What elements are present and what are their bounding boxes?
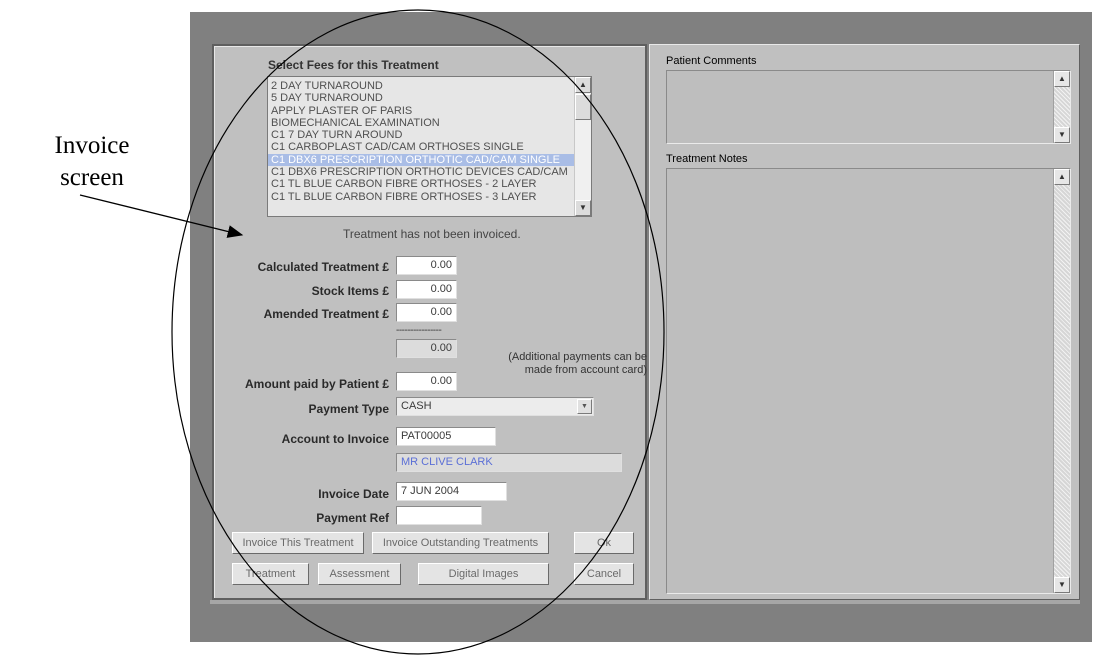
payment-type-select[interactable]: CASH ▼ bbox=[396, 397, 594, 416]
scroll-up-icon[interactable]: ▲ bbox=[575, 77, 591, 93]
assessment-button[interactable]: Assessment bbox=[318, 563, 401, 585]
scroll-down-icon[interactable]: ▼ bbox=[575, 200, 591, 216]
fee-list-item[interactable]: C1 DBX6 PRESCRIPTION ORTHOTIC DEVICES CA… bbox=[268, 166, 574, 178]
patient-comments-textarea[interactable]: ▲ ▼ bbox=[666, 70, 1071, 144]
stock-items-label: Stock Items £ bbox=[311, 284, 389, 298]
fees-list-scrollbar[interactable]: ▲ ▼ bbox=[574, 77, 591, 216]
scroll-down-icon[interactable]: ▼ bbox=[1054, 127, 1070, 143]
treatment-notes-label: Treatment Notes bbox=[666, 153, 748, 165]
treatment-button[interactable]: Treatment bbox=[232, 563, 309, 585]
invoice-date-label: Invoice Date bbox=[318, 487, 389, 501]
additional-payments-note: (Additional payments can be made from ac… bbox=[508, 351, 647, 376]
calculated-treatment-label: Calculated Treatment £ bbox=[257, 260, 389, 274]
fee-list-item[interactable]: APPLY PLASTER OF PARIS bbox=[268, 105, 574, 117]
account-name-field: MR CLIVE CLARK bbox=[396, 453, 622, 472]
patient-comments-label: Patient Comments bbox=[666, 55, 757, 67]
amended-treatment-field[interactable]: 0.00 bbox=[396, 303, 457, 322]
cancel-button[interactable]: Cancel bbox=[574, 563, 634, 585]
payment-type-value: CASH bbox=[401, 400, 432, 412]
digital-images-button[interactable]: Digital Images bbox=[418, 563, 549, 585]
account-to-invoice-label: Account to Invoice bbox=[281, 432, 389, 446]
fee-list-item[interactable]: C1 7 DAY TURN AROUND bbox=[268, 129, 574, 141]
calculated-treatment-field[interactable]: 0.00 bbox=[396, 256, 457, 275]
scroll-thumb[interactable] bbox=[575, 94, 591, 120]
fee-list-item[interactable]: BIOMECHANICAL EXAMINATION bbox=[268, 117, 574, 129]
annotation-line-1: Invoice bbox=[54, 132, 130, 159]
fee-list-item[interactable]: C1 DBX6 PRESCRIPTION ORTHOTIC CAD/CAM SI… bbox=[268, 153, 574, 167]
amended-treatment-label: Amended Treatment £ bbox=[263, 307, 389, 321]
total-separator: ---------------- bbox=[396, 325, 442, 336]
payment-ref-label: Payment Ref bbox=[316, 511, 389, 525]
fees-title: Select Fees for this Treatment bbox=[268, 58, 439, 72]
ok-button[interactable]: Ok bbox=[574, 532, 634, 554]
annotation-label: Invoice screen bbox=[32, 130, 152, 194]
amount-paid-label: Amount paid by Patient £ bbox=[244, 377, 389, 391]
fees-list[interactable]: 2 DAY TURNAROUND 5 DAY TURNAROUND APPLY PL… bbox=[267, 76, 592, 217]
scroll-up-icon[interactable]: ▲ bbox=[1054, 71, 1070, 87]
invoice-this-treatment-button[interactable]: Invoice This Treatment bbox=[232, 532, 364, 554]
chevron-down-icon[interactable]: ▼ bbox=[577, 399, 592, 414]
annotation-line-2: screen bbox=[60, 164, 124, 191]
treatment-notes-textarea[interactable]: ▲ ▼ bbox=[666, 168, 1071, 594]
patient-comments-scrollbar[interactable]: ▲ ▼ bbox=[1053, 71, 1070, 143]
fee-list-item[interactable]: C1 TL BLUE CARBON FIBRE ORTHOSES - 2 LAY… bbox=[268, 178, 574, 190]
treatment-notes-scrollbar[interactable]: ▲ ▼ bbox=[1053, 169, 1070, 593]
fee-list-item[interactable]: 2 DAY TURNAROUND bbox=[268, 80, 574, 92]
scroll-up-icon[interactable]: ▲ bbox=[1054, 169, 1070, 185]
account-to-invoice-field[interactable]: PAT00005 bbox=[396, 427, 496, 446]
window-bottom-edge bbox=[210, 600, 1080, 604]
amount-paid-field[interactable]: 0.00 bbox=[396, 372, 457, 391]
payment-ref-field[interactable] bbox=[396, 506, 482, 525]
invoice-date-field[interactable]: 7 JUN 2004 bbox=[396, 482, 507, 501]
invoice-status-text: Treatment has not been invoiced. bbox=[343, 227, 521, 241]
total-field: 0.00 bbox=[396, 339, 457, 358]
invoice-outstanding-treatments-button[interactable]: Invoice Outstanding Treatments bbox=[372, 532, 549, 554]
fee-list-item[interactable]: C1 CARBOPLAST CAD/CAM ORTHOSES SINGLE bbox=[268, 141, 574, 153]
fee-list-item[interactable]: 5 DAY TURNAROUND bbox=[268, 92, 574, 104]
stock-items-field[interactable]: 0.00 bbox=[396, 280, 457, 299]
fee-list-item[interactable]: C1 TL BLUE CARBON FIBRE ORTHOSES - 3 LAY… bbox=[268, 191, 574, 203]
payment-type-label: Payment Type bbox=[308, 402, 389, 416]
scroll-down-icon[interactable]: ▼ bbox=[1054, 577, 1070, 593]
